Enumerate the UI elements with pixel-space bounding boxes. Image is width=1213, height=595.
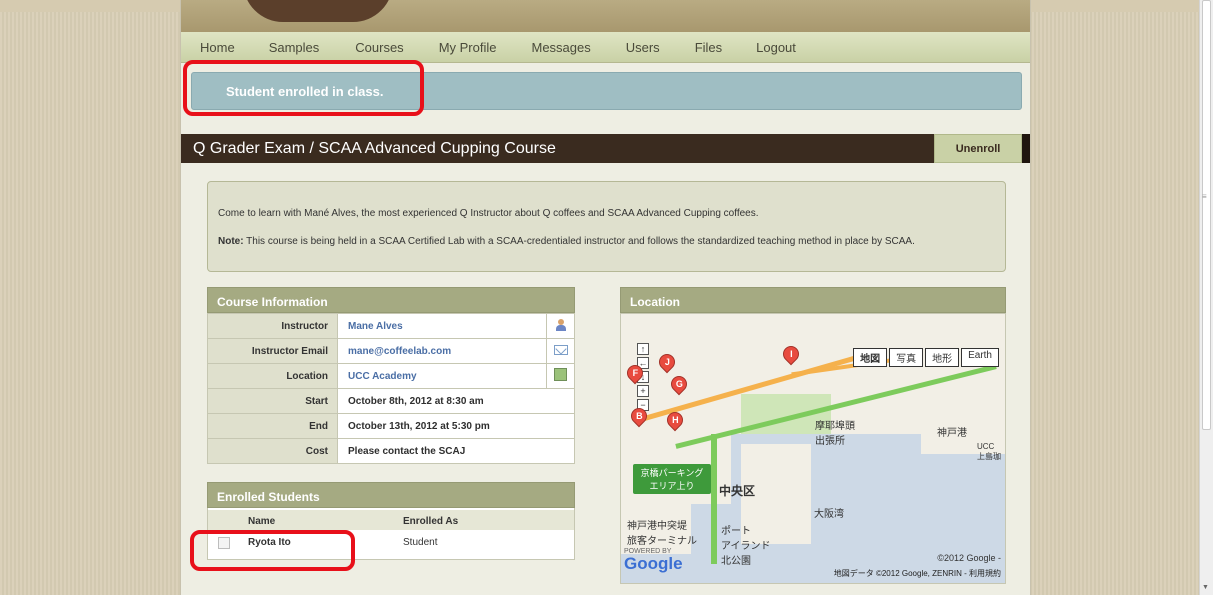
note-body: This course is being held in a SCAA Cert…: [243, 236, 915, 247]
enrolled-students-heading: Enrolled Students: [207, 482, 575, 508]
page-title: Q Grader Exam / SCAA Advanced Cupping Co…: [193, 140, 556, 157]
info-label: Instructor: [207, 313, 338, 339]
location-link[interactable]: UCC Academy: [337, 363, 547, 389]
main-nav: Home Samples Courses My Profile Messages…: [181, 32, 1030, 63]
info-value: Please contact the SCAJ: [337, 438, 575, 464]
info-value: October 13th, 2012 at 5:30 pm: [337, 413, 575, 439]
site-logo: [243, 0, 393, 22]
column-name: Name: [248, 516, 276, 527]
course-description: Come to learn with Mané Alves, the most …: [207, 181, 1006, 272]
google-logo[interactable]: Google: [624, 554, 683, 574]
location-map[interactable]: 地図 写真 地形 Earth ↑ ← ↓ + − J F G I B H 京橋パ…: [620, 313, 1006, 584]
info-row-email: Instructor Email mane@coffeelab.com: [207, 338, 575, 364]
info-row-end: End October 13th, 2012 at 5:30 pm: [207, 413, 575, 439]
info-icon-cell: [546, 363, 575, 389]
map-label-terminal: 神戸港中突堤 旅客ターミナル: [627, 521, 697, 547]
info-row-cost: Cost Please contact the SCAJ: [207, 438, 575, 464]
map-label-pier: 摩耶埠頭 出張所: [815, 421, 855, 447]
map-label-osaka-bay: 大阪湾: [814, 509, 844, 520]
highlight-ring: [183, 60, 424, 116]
location-heading: Location: [620, 287, 1006, 313]
nav-users[interactable]: Users: [626, 32, 660, 63]
parking-label: 京橋パーキング エリア上り: [633, 464, 711, 494]
vertical-scrollbar[interactable]: ≡ ▼: [1199, 0, 1213, 595]
course-info-table: Instructor Mane Alves Instructor Email m…: [207, 313, 575, 464]
scrollbar-thumb[interactable]: [1202, 0, 1211, 430]
map-type-earth[interactable]: Earth: [961, 348, 999, 367]
info-label: Location: [207, 363, 338, 389]
course-title-bar: Q Grader Exam / SCAA Advanced Cupping Co…: [181, 134, 1030, 163]
map-copyright-top: ©2012 Google -: [937, 553, 1001, 563]
location-panel: Location 地図 写真 地形 Earth ↑ ← ↓ + − J F G …: [620, 287, 1006, 584]
student-role: Student: [403, 537, 438, 548]
course-info-heading: Course Information: [207, 287, 575, 313]
person-icon: [555, 318, 566, 331]
course-info-panel: Course Information Instructor Mane Alves…: [207, 287, 575, 464]
map-copyright-bottom[interactable]: 地図データ ©2012 Google, ZENRIN - 利用規約: [834, 568, 1001, 579]
email-link[interactable]: mane@coffeelab.com: [337, 338, 547, 364]
nav-my-profile[interactable]: My Profile: [439, 32, 497, 63]
map-type-map[interactable]: 地図: [853, 348, 888, 367]
note-text: Note: This course is being held in a SCA…: [218, 236, 915, 247]
nav-home[interactable]: Home: [200, 32, 235, 63]
instructor-link[interactable]: Mane Alves: [337, 313, 547, 339]
nav-samples[interactable]: Samples: [269, 32, 320, 63]
map-icon: [554, 368, 567, 381]
mail-icon: [553, 344, 568, 355]
info-label: End: [207, 413, 338, 439]
info-value: October 8th, 2012 at 8:30 am: [337, 388, 575, 414]
site-banner: [181, 0, 1030, 32]
scrollbar-grip-icon: ≡: [1202, 192, 1207, 201]
highlight-ring: [190, 530, 355, 571]
students-column-headers: Name Enrolled As: [208, 510, 574, 530]
nav-files[interactable]: Files: [695, 32, 722, 63]
page-container: Home Samples Courses My Profile Messages…: [180, 0, 1031, 595]
map-label-port-island: ポート アイランド 北公園: [721, 526, 771, 567]
map-type-control: 地図 写真 地形 Earth: [851, 348, 999, 367]
nav-messages[interactable]: Messages: [531, 32, 590, 63]
pan-up-icon[interactable]: ↑: [637, 343, 649, 355]
scroll-down-icon[interactable]: ▼: [1202, 584, 1209, 591]
info-icon-cell: [546, 313, 575, 339]
map-label-ucc: UCC 上島珈: [977, 442, 1001, 461]
map-road: [711, 434, 717, 564]
zoom-in-icon[interactable]: +: [637, 385, 649, 397]
column-enrolled-as: Enrolled As: [403, 516, 459, 527]
info-label: Cost: [207, 438, 338, 464]
map-type-terrain[interactable]: 地形: [925, 348, 960, 367]
info-row-location: Location UCC Academy: [207, 363, 575, 389]
map-type-photo[interactable]: 写真: [889, 348, 924, 367]
map-label-central: 中央区: [719, 484, 756, 498]
info-icon-cell: [546, 338, 575, 364]
nav-courses[interactable]: Courses: [355, 32, 403, 63]
note-label: Note:: [218, 236, 244, 247]
info-label: Start: [207, 388, 338, 414]
info-label: Instructor Email: [207, 338, 338, 364]
info-row-instructor: Instructor Mane Alves: [207, 313, 575, 339]
map-label-kobeport: 神戸港: [937, 428, 967, 439]
nav-logout[interactable]: Logout: [756, 32, 796, 63]
info-row-start: Start October 8th, 2012 at 8:30 am: [207, 388, 575, 414]
unenroll-button[interactable]: Unenroll: [934, 134, 1022, 163]
description-text: Come to learn with Mané Alves, the most …: [218, 208, 759, 219]
